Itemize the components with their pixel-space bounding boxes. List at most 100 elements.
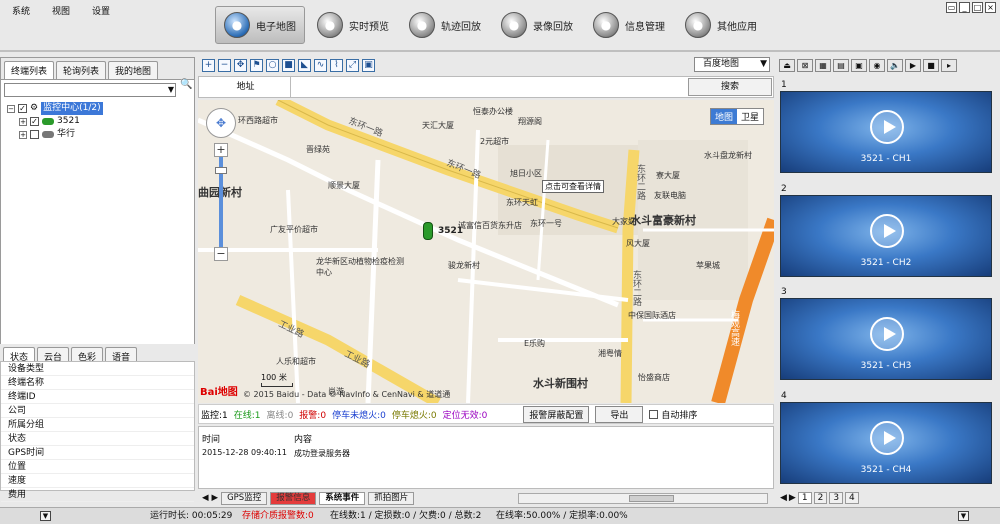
zoom-in-icon[interactable]: + [214, 143, 228, 157]
scroll-right-icon[interactable]: ▶ [212, 493, 219, 503]
video-page-tab[interactable]: 2 [813, 492, 828, 504]
map-view[interactable]: 恒泰办公楼 天汇大厦 翔源阁 2元超市 旭日小区 东环天虹 诚富信百货东升店 东… [198, 100, 774, 403]
tree-root[interactable]: − ✓ ⚙ 监控中心(1/2) [7, 102, 188, 115]
expand-icon[interactable]: + [19, 130, 27, 139]
menu-view[interactable]: 视图 [52, 4, 70, 17]
terminal-tree: − ✓ ⚙ 监控中心(1/2) + ✓ 3521 + 华行 [1, 100, 194, 143]
scroll-left-icon[interactable]: ◀ [202, 493, 209, 503]
tree-item[interactable]: + 华行 [7, 128, 188, 141]
measure-icon[interactable]: ⌇ [330, 59, 343, 72]
map-mode-switch: 地图 卫星 [709, 108, 764, 125]
scroll-left-icon[interactable]: ◀ [780, 493, 787, 503]
nav-button[interactable]: ● 信息管理 [585, 6, 673, 44]
nav-button[interactable]: ● 实时预览 [309, 6, 397, 44]
play-icon[interactable]: ▶ [905, 59, 921, 72]
tab-system-events[interactable]: 系统事件 [319, 491, 366, 505]
maximize-icon[interactable]: □ [972, 2, 983, 13]
polygon-icon[interactable]: ◣ [298, 59, 311, 72]
close-video-icon[interactable]: ⊠ [797, 59, 813, 72]
rectangle-icon[interactable]: ■ [282, 59, 295, 72]
map-mode-satellite[interactable]: 卫星 [736, 109, 763, 124]
zoom-slider[interactable]: + − [214, 143, 228, 263]
table-row[interactable]: 2015-12-28 09:40:11 成功登录服务器 [199, 447, 773, 460]
play-icon[interactable] [870, 213, 904, 248]
nav-button[interactable]: ● 录像回放 [493, 6, 581, 44]
map-label: 苹果城 [696, 261, 720, 270]
collapse-down-icon[interactable]: ▼ [958, 511, 969, 521]
tree-item-checkbox[interactable]: ✓ [30, 117, 39, 126]
expand-icon[interactable]: + [19, 117, 27, 126]
video-screen[interactable]: 3521 - CH3 [780, 298, 992, 380]
scale-bar [261, 383, 293, 387]
tab-my-map[interactable]: 我的地图 [108, 61, 159, 79]
video-cell[interactable]: 2 3521 - CH2 [778, 183, 995, 277]
tree-item[interactable]: + ✓ 3521 [7, 115, 188, 128]
scroll-right-icon[interactable]: ▶ [789, 493, 796, 503]
zoom-in-icon[interactable]: + [202, 59, 215, 72]
nav-button[interactable]: ● 电子地图 [215, 6, 305, 44]
baidu-logo: Bai地图 [200, 387, 238, 398]
window-split-icon[interactable]: ▤ [833, 59, 849, 72]
close-icon[interactable]: × [985, 2, 996, 13]
open-video-icon[interactable]: ⏏ [779, 59, 795, 72]
auto-sort-toggle[interactable]: 自动排序 [649, 408, 697, 421]
layout-icon[interactable]: ▦ [815, 59, 831, 72]
terminal-filter-select[interactable]: ▼ [4, 83, 176, 97]
video-cell[interactable]: 3 3521 - CH3 [778, 286, 995, 380]
export-button[interactable]: 导出 [595, 405, 644, 423]
vehicle-marker-icon[interactable] [423, 222, 433, 240]
tab-terminal-list[interactable]: 终端列表 [4, 61, 55, 79]
video-page-tab[interactable]: 3 [829, 492, 844, 504]
video-screen[interactable]: 3521 - CH2 [780, 194, 992, 277]
search-icon[interactable]: 🔍 [180, 79, 194, 93]
alarm-config-button[interactable]: 报警屏蔽配置 [523, 405, 590, 423]
tab-polling-list[interactable]: 轮询列表 [56, 61, 107, 79]
menu-settings[interactable]: 设置 [92, 4, 110, 17]
more-icon[interactable]: ▸ [941, 59, 957, 72]
fullscreen-icon[interactable]: ⤢ [346, 59, 359, 72]
address-input[interactable] [291, 77, 688, 97]
play-icon[interactable] [870, 317, 904, 351]
horizontal-scrollbar[interactable] [518, 492, 768, 504]
nav-button[interactable]: ● 轨迹回放 [401, 6, 489, 44]
tree-root-checkbox[interactable]: ✓ [18, 104, 27, 113]
tab-alarm-info[interactable]: 报警信息 [270, 491, 317, 505]
video-page-tab[interactable]: 1 [797, 492, 812, 504]
full-layout-icon[interactable]: ▣ [851, 59, 867, 72]
zoom-out-icon[interactable]: − [218, 59, 231, 72]
flag-icon[interactable]: ⚑ [250, 59, 263, 72]
play-icon[interactable] [870, 420, 904, 455]
map-mode-map[interactable]: 地图 [710, 109, 737, 124]
zoom-out-icon[interactable]: − [214, 247, 228, 261]
zoom-handle[interactable] [215, 167, 227, 174]
save-icon[interactable]: ▣ [362, 59, 375, 72]
video-page-tab[interactable]: 4 [845, 492, 859, 504]
collapse-down-icon[interactable]: ▼ [40, 511, 51, 521]
polyline-icon[interactable]: ∿ [314, 59, 327, 72]
sound-icon[interactable]: 🔈 [887, 59, 903, 72]
collapse-icon[interactable]: − [7, 104, 15, 113]
map-label: 中保国际酒店 [628, 311, 676, 320]
video-cell[interactable]: 4 3521 - CH4 [778, 390, 995, 484]
circle-icon[interactable]: ○ [266, 59, 279, 72]
search-button[interactable]: 搜索 [688, 78, 772, 96]
nav-button[interactable]: ● 其他应用 [677, 6, 765, 44]
tab-gps-monitor[interactable]: GPS监控 [221, 491, 268, 505]
video-screen[interactable]: 3521 - CH1 [780, 91, 992, 173]
video-cell[interactable]: 1 3521 - CH1 [778, 79, 995, 173]
tree-item-checkbox[interactable] [30, 130, 39, 139]
scrollbar-thumb[interactable] [629, 494, 674, 502]
pan-icon[interactable]: ✥ [234, 59, 247, 72]
snapshot-icon[interactable]: ◉ [869, 59, 885, 72]
pan-control-icon[interactable]: ✥ [206, 108, 236, 138]
play-icon[interactable] [870, 110, 904, 144]
restore-icon[interactable]: ▭ [946, 2, 957, 13]
tab-snapshots[interactable]: 抓拍图片 [368, 491, 415, 505]
offline-car-icon [42, 131, 54, 138]
menu-system[interactable]: 系统 [12, 4, 30, 17]
map-type-select[interactable]: 百度地图 ▼ [694, 57, 770, 72]
auto-sort-checkbox[interactable] [649, 409, 659, 419]
video-screen[interactable]: 3521 - CH4 [780, 401, 992, 484]
stop-icon[interactable]: ■ [923, 59, 939, 72]
minimize-icon[interactable]: _ [959, 2, 970, 13]
